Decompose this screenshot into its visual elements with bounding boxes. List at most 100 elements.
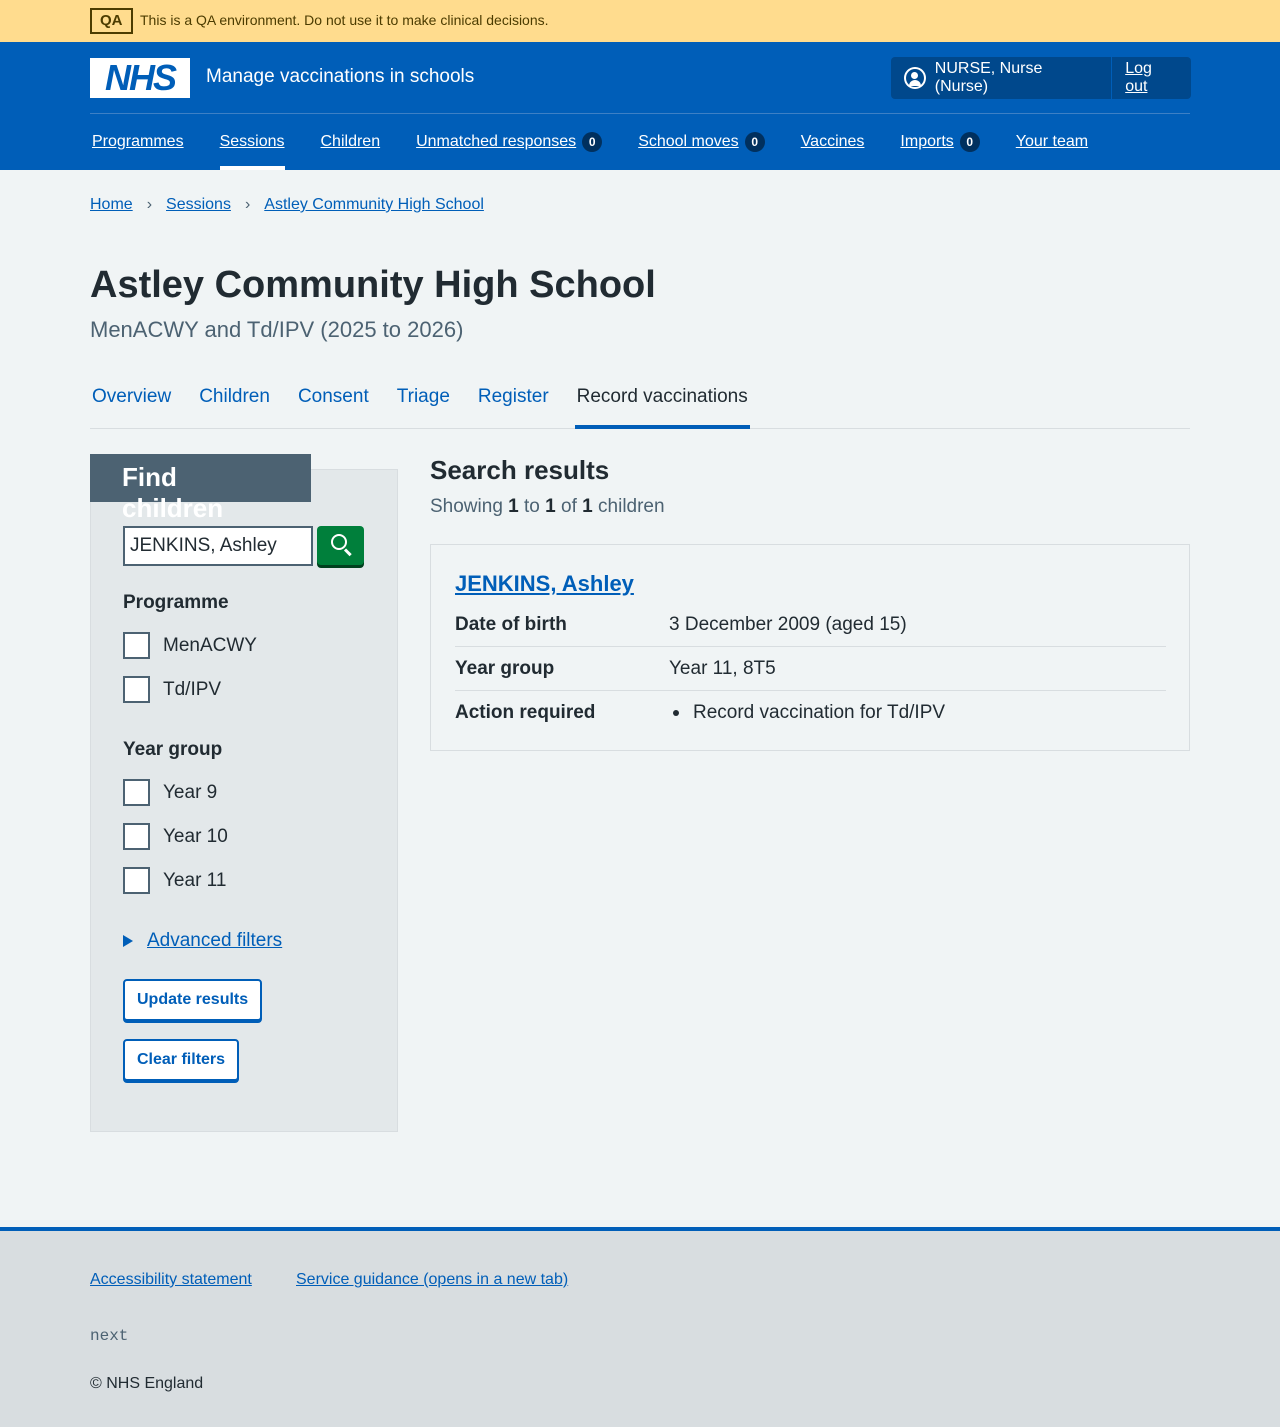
nav-label[interactable]: School moves xyxy=(638,133,739,151)
search-icon xyxy=(331,534,347,550)
tab-consent[interactable]: Consent xyxy=(296,372,371,428)
breadcrumb-home[interactable]: Home xyxy=(90,196,133,214)
nav-label[interactable]: Children xyxy=(321,133,381,151)
search-icon-handle xyxy=(343,548,352,557)
summary-of-word: of xyxy=(561,496,577,517)
tab-children[interactable]: Children xyxy=(197,372,272,428)
checkbox-year-11[interactable]: Year 11 xyxy=(123,867,226,894)
summary-row-date-of-birth: Date of birth 3 December 2009 (aged 15) xyxy=(455,603,1166,647)
checkbox-td-ipv[interactable]: Td/IPV xyxy=(123,676,221,703)
nav-item-imports[interactable]: Imports 0 xyxy=(900,114,980,170)
summary-value: Year 11, 8T5 xyxy=(669,657,776,679)
summary-from: 1 xyxy=(508,496,519,517)
user-icon xyxy=(904,67,926,89)
account-menu: NURSE, Nurse (Nurse) Log out xyxy=(891,57,1191,99)
summary-total: 1 xyxy=(582,496,593,517)
count-badge: 0 xyxy=(744,132,765,152)
breadcrumb-sessions[interactable]: Sessions xyxy=(166,196,231,214)
checkbox-menacwy[interactable]: MenACWY xyxy=(123,632,257,659)
advanced-filters-label[interactable]: Advanced filters xyxy=(147,930,282,952)
nhs-logo[interactable]: NHS xyxy=(90,58,190,98)
summary-value: Record vaccination for Td/IPV xyxy=(669,702,945,724)
summary-suffix: children xyxy=(598,496,665,517)
checkbox[interactable] xyxy=(123,823,150,850)
nav-item-sessions[interactable]: Sessions xyxy=(219,114,285,170)
nav-label[interactable]: Sessions xyxy=(220,133,285,151)
nav-item-programmes[interactable]: Programmes xyxy=(92,114,184,170)
nav-item-vaccines[interactable]: Vaccines xyxy=(801,114,865,170)
nav-item-children[interactable]: Children xyxy=(321,114,381,170)
summary-to-word: to xyxy=(524,496,540,517)
filter-heading: Find children xyxy=(90,454,311,523)
checkbox-year-10[interactable]: Year 10 xyxy=(123,823,228,850)
year-group-legend: Year group xyxy=(123,739,223,760)
nav-label[interactable]: Imports xyxy=(900,133,953,151)
bullet-icon xyxy=(673,710,679,716)
account-user: NURSE, Nurse (Nurse) xyxy=(891,57,1113,99)
search-input[interactable] xyxy=(123,526,313,566)
tab-triage[interactable]: Triage xyxy=(395,372,452,428)
checkbox[interactable] xyxy=(123,676,150,703)
primary-navigation: Programmes Sessions Children Unmatched r… xyxy=(90,114,1124,170)
nav-label[interactable]: Your team xyxy=(1016,133,1088,151)
summary-key: Action required xyxy=(455,702,596,723)
child-name-link[interactable]: JENKINS, Ashley xyxy=(455,571,634,597)
triangle-right-icon xyxy=(123,935,133,947)
logout-link[interactable]: Log out xyxy=(1112,60,1191,96)
action-required-item: Record vaccination for Td/IPV xyxy=(693,702,946,723)
site-footer: Accessibility statement Service guidance… xyxy=(0,1227,1280,1427)
tab-overview[interactable]: Overview xyxy=(90,372,173,428)
checkbox-label[interactable]: Year 10 xyxy=(163,826,228,848)
account-user-name: NURSE, Nurse (Nurse) xyxy=(934,60,1043,95)
checkbox-label[interactable]: MenACWY xyxy=(163,635,257,657)
tab-register[interactable]: Register xyxy=(476,372,551,428)
chevron-right-icon: › xyxy=(244,196,251,213)
programme-legend: Programme xyxy=(123,592,229,613)
copyright: © NHS England xyxy=(90,1375,204,1392)
nav-item-unmatched-responses[interactable]: Unmatched responses 0 xyxy=(416,114,603,170)
nav-item-your-team[interactable]: Your team xyxy=(1016,114,1088,170)
nav-label[interactable]: Programmes xyxy=(92,133,184,151)
summary-key: Year group xyxy=(455,657,555,679)
tab-record-vaccinations[interactable]: Record vaccinations xyxy=(574,372,750,429)
count-badge: 0 xyxy=(959,132,980,152)
summary-prefix: Showing xyxy=(430,496,503,517)
qa-tag: QA xyxy=(90,8,133,34)
count-badge: 0 xyxy=(582,132,603,152)
service-name[interactable]: Manage vaccinations in schools xyxy=(206,66,474,88)
chevron-right-icon: › xyxy=(146,196,153,213)
breadcrumb-school[interactable]: Astley Community High School xyxy=(264,196,484,214)
results-title: Search results xyxy=(430,455,610,485)
summary-row-action-required: Action required Record vaccination for T… xyxy=(455,691,1166,735)
checkbox[interactable] xyxy=(123,867,150,894)
qa-environment-banner: QA This is a QA environment. Do not use … xyxy=(0,0,1280,42)
checkbox-label[interactable]: Td/IPV xyxy=(163,679,221,701)
clear-filters-button[interactable]: Clear filters xyxy=(123,1039,240,1081)
qa-warning-text: This is a QA environment. Do not use it … xyxy=(140,12,549,28)
results-summary: Showing 1 to 1 of 1 children xyxy=(430,496,665,518)
child-result-card: JENKINS, Ashley Date of birth 3 December… xyxy=(430,544,1190,751)
checkbox[interactable] xyxy=(123,779,150,806)
nav-item-school-moves[interactable]: School moves 0 xyxy=(638,114,765,170)
service-guidance-link[interactable]: Service guidance (opens in a new tab) xyxy=(296,1271,568,1289)
summary-to: 1 xyxy=(545,496,556,517)
nav-label[interactable]: Unmatched responses xyxy=(416,133,576,151)
search-button[interactable] xyxy=(317,526,364,565)
summary-value: 3 December 2009 (aged 15) xyxy=(669,613,907,635)
page-title: Astley Community High School xyxy=(90,264,656,306)
site-header: NHS Manage vaccinations in schools NURSE… xyxy=(0,42,1280,170)
checkbox-label[interactable]: Year 9 xyxy=(163,782,217,804)
summary-row-year-group: Year group Year 11, 8T5 xyxy=(455,647,1166,691)
advanced-filters-toggle[interactable]: Advanced filters xyxy=(123,930,282,952)
summary-key: Date of birth xyxy=(455,613,567,635)
checkbox[interactable] xyxy=(123,632,150,659)
environment-label: next xyxy=(90,1327,129,1345)
checkbox-year-9[interactable]: Year 9 xyxy=(123,779,217,806)
breadcrumb: Home › Sessions › Astley Community High … xyxy=(90,196,484,214)
page-caption: MenACWY and Td/IPV (2025 to 2026) xyxy=(90,317,464,342)
accessibility-statement-link[interactable]: Accessibility statement xyxy=(90,1271,252,1289)
update-results-button[interactable]: Update results xyxy=(123,979,263,1021)
checkbox-label[interactable]: Year 11 xyxy=(163,870,226,892)
session-tabs: Overview Children Consent Triage Registe… xyxy=(90,372,1190,429)
nav-label[interactable]: Vaccines xyxy=(801,133,865,151)
